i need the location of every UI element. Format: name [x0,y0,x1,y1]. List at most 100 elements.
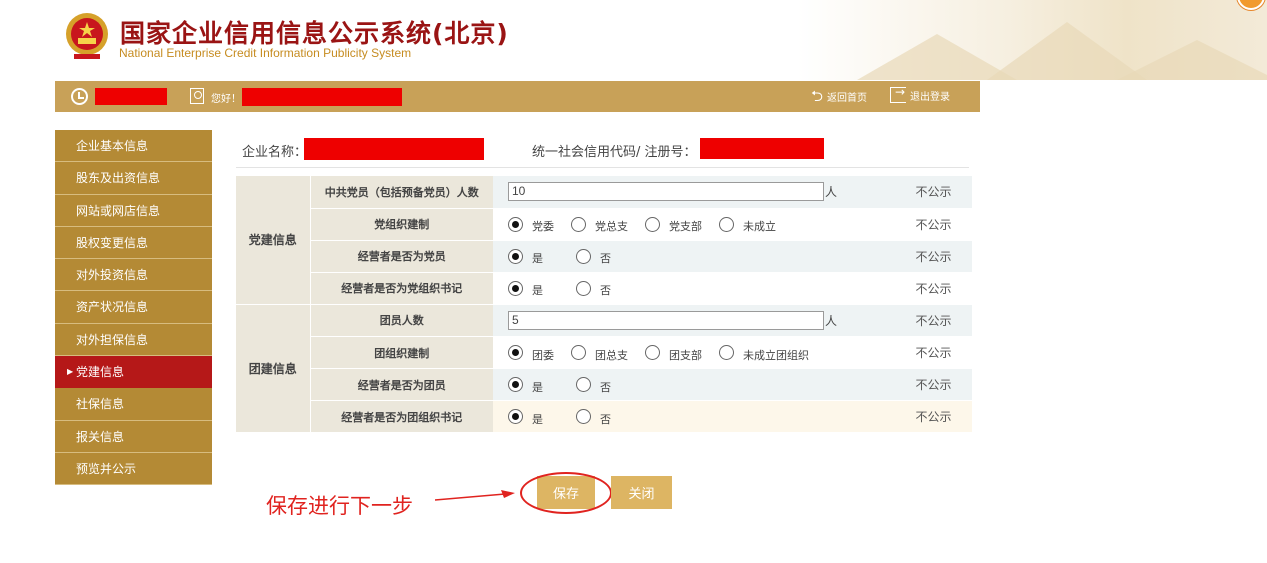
radio-button[interactable] [576,248,591,264]
top-bar: 您好！ ⮌ 返回首页 退出登录 [55,81,980,112]
form-row: 团组织建制 团委 团总支 团支部 未成立团组织 不公示 [236,336,972,370]
sidebar-item-social-security[interactable]: 社保信息 [55,388,212,421]
field-label: 党组织建制 [309,208,493,241]
operator-league-member-radio-group: 是 否 [508,375,895,395]
form-row: 经营者是否为党员 是 否 不公示 [236,240,972,273]
sidebar-item-guarantees[interactable]: 对外担保信息 [55,324,212,357]
radio-button[interactable] [571,345,586,361]
sidebar-item-websites[interactable]: 网站或网店信息 [55,195,212,227]
publicity-status[interactable]: 不公示 [895,336,972,370]
radio-option[interactable]: 党支部 [645,214,702,234]
sidebar-item-investments[interactable]: 对外投资信息 [55,259,212,292]
site-subtitle: National Enterprise Credit Information P… [119,46,412,60]
field-label: 团员人数 [309,304,493,337]
radio-button[interactable] [576,377,591,393]
sidebar-item-label: 党建信息 [76,365,125,380]
sidebar-item-label: 对外担保信息 [76,332,149,347]
sidebar-item-label: 社保信息 [76,397,125,412]
sidebar-item-label: 股权变更信息 [76,235,149,250]
field-label: 经营者是否为党组织书记 [309,272,493,305]
sidebar-item-party-building[interactable]: ▶ 党建信息 [55,356,212,389]
clock-icon [71,88,88,105]
back-home-link[interactable]: ⮌ 返回首页 [811,87,867,105]
operator-party-member-radio-group: 是 否 [508,246,895,266]
radio-button[interactable] [508,280,523,296]
radio-option[interactable]: 否 [576,278,611,298]
credit-code-label: 统一社会信用代码/ 注册号： [532,145,697,160]
sidebar-item-label: 资产状况信息 [76,300,149,315]
form-row: 经营者是否为党组织书记 是 否 不公示 [236,272,972,305]
radio-button[interactable] [508,216,523,232]
radio-option[interactable]: 否 [576,246,611,266]
logout-link[interactable]: 退出登录 [890,85,950,103]
radio-option[interactable]: 党委 [508,214,554,234]
radio-option[interactable]: 团委 [508,343,554,363]
radio-button[interactable] [645,216,660,232]
close-button[interactable]: 关闭 [611,476,672,509]
radio-button[interactable] [508,248,523,264]
party-member-count-input[interactable]: 10 [508,182,824,202]
return-icon: ⮌ [811,87,824,105]
radio-button[interactable] [576,409,591,425]
sidebar-item-label: 对外投资信息 [76,268,149,283]
unit-label: 人 [825,313,838,328]
league-org-radio-group: 团委 团总支 团支部 未成立团组织 [508,343,895,363]
sidebar-item-preview-publish[interactable]: 预览并公示 [55,453,212,486]
sidebar-item-label: 预览并公示 [76,461,137,476]
field-label: 经营者是否为团组织书记 [309,400,493,434]
field-label: 经营者是否为团员 [309,368,493,402]
radio-option[interactable]: 是 [508,246,543,266]
publicity-status[interactable]: 不公示 [895,240,972,273]
radio-option[interactable]: 是 [508,375,543,395]
logout-icon [890,85,906,103]
publicity-status[interactable]: 不公示 [895,400,972,434]
party-org-radio-group: 党委 党总支 党支部 未成立 [508,214,895,234]
active-arrow-icon: ▶ [67,367,74,377]
radio-option[interactable]: 未成立 [719,214,776,234]
publicity-status[interactable]: 不公示 [895,304,972,337]
annotation-arrow-icon [435,490,515,501]
redacted-company-name [304,138,484,160]
radio-button[interactable] [719,216,734,232]
field-label: 经营者是否为党员 [309,240,493,273]
header-mountain-banner [797,0,1267,80]
site-title: 国家企业信用信息公示系统(北京) [120,19,509,48]
publicity-status[interactable]: 不公示 [895,208,972,241]
sidebar-item-label: 网站或网店信息 [76,203,161,218]
radio-option[interactable]: 是 [508,278,543,298]
form-row: 党建信息 中共党员（包括预备党员）人数 10 人 不公示 [236,176,972,305]
publicity-status[interactable]: 不公示 [895,272,972,305]
radio-option[interactable]: 是 [508,407,543,427]
national-emblem-icon [66,13,108,59]
logout-label: 退出登录 [910,91,950,103]
radio-option[interactable]: 团总支 [571,343,628,363]
radio-button[interactable] [508,377,523,393]
radio-button[interactable] [508,409,523,425]
sidebar-item-assets[interactable]: 资产状况信息 [55,291,212,324]
league-member-count-input[interactable]: 5 [508,310,824,330]
radio-button[interactable] [645,345,660,361]
radio-option[interactable]: 否 [576,407,611,427]
field-label: 团组织建制 [309,336,493,370]
operator-party-secretary-radio-group: 是 否 [508,278,895,298]
form-row: 党组织建制 党委 党总支 党支部 未成立 不公示 [236,208,972,241]
sidebar-item-basic-info[interactable]: 企业基本信息 [55,130,212,163]
annotation-highlight-ring [520,472,612,514]
sidebar-item-customs[interactable]: 报关信息 [55,421,212,453]
sidebar-item-shareholders[interactable]: 股东及出资信息 [55,162,212,195]
radio-option[interactable]: 团支部 [645,343,702,363]
radio-button[interactable] [719,345,734,361]
radio-button[interactable] [576,280,591,296]
greeting-text: 您好！ [211,94,241,105]
form-row: 经营者是否为团组织书记 是 否 不公示 [236,400,972,434]
radio-button[interactable] [571,216,586,232]
company-name-label: 企业名称： [242,145,308,160]
radio-button[interactable] [508,345,523,361]
form-row: 经营者是否为团员 是 否 不公示 [236,368,972,402]
publicity-status[interactable]: 不公示 [895,176,972,209]
radio-option[interactable]: 否 [576,375,611,395]
sidebar-item-equity-changes[interactable]: 股权变更信息 [55,227,212,260]
radio-option[interactable]: 未成立团组织 [719,343,809,363]
radio-option[interactable]: 党总支 [571,214,628,234]
publicity-status[interactable]: 不公示 [895,368,972,402]
